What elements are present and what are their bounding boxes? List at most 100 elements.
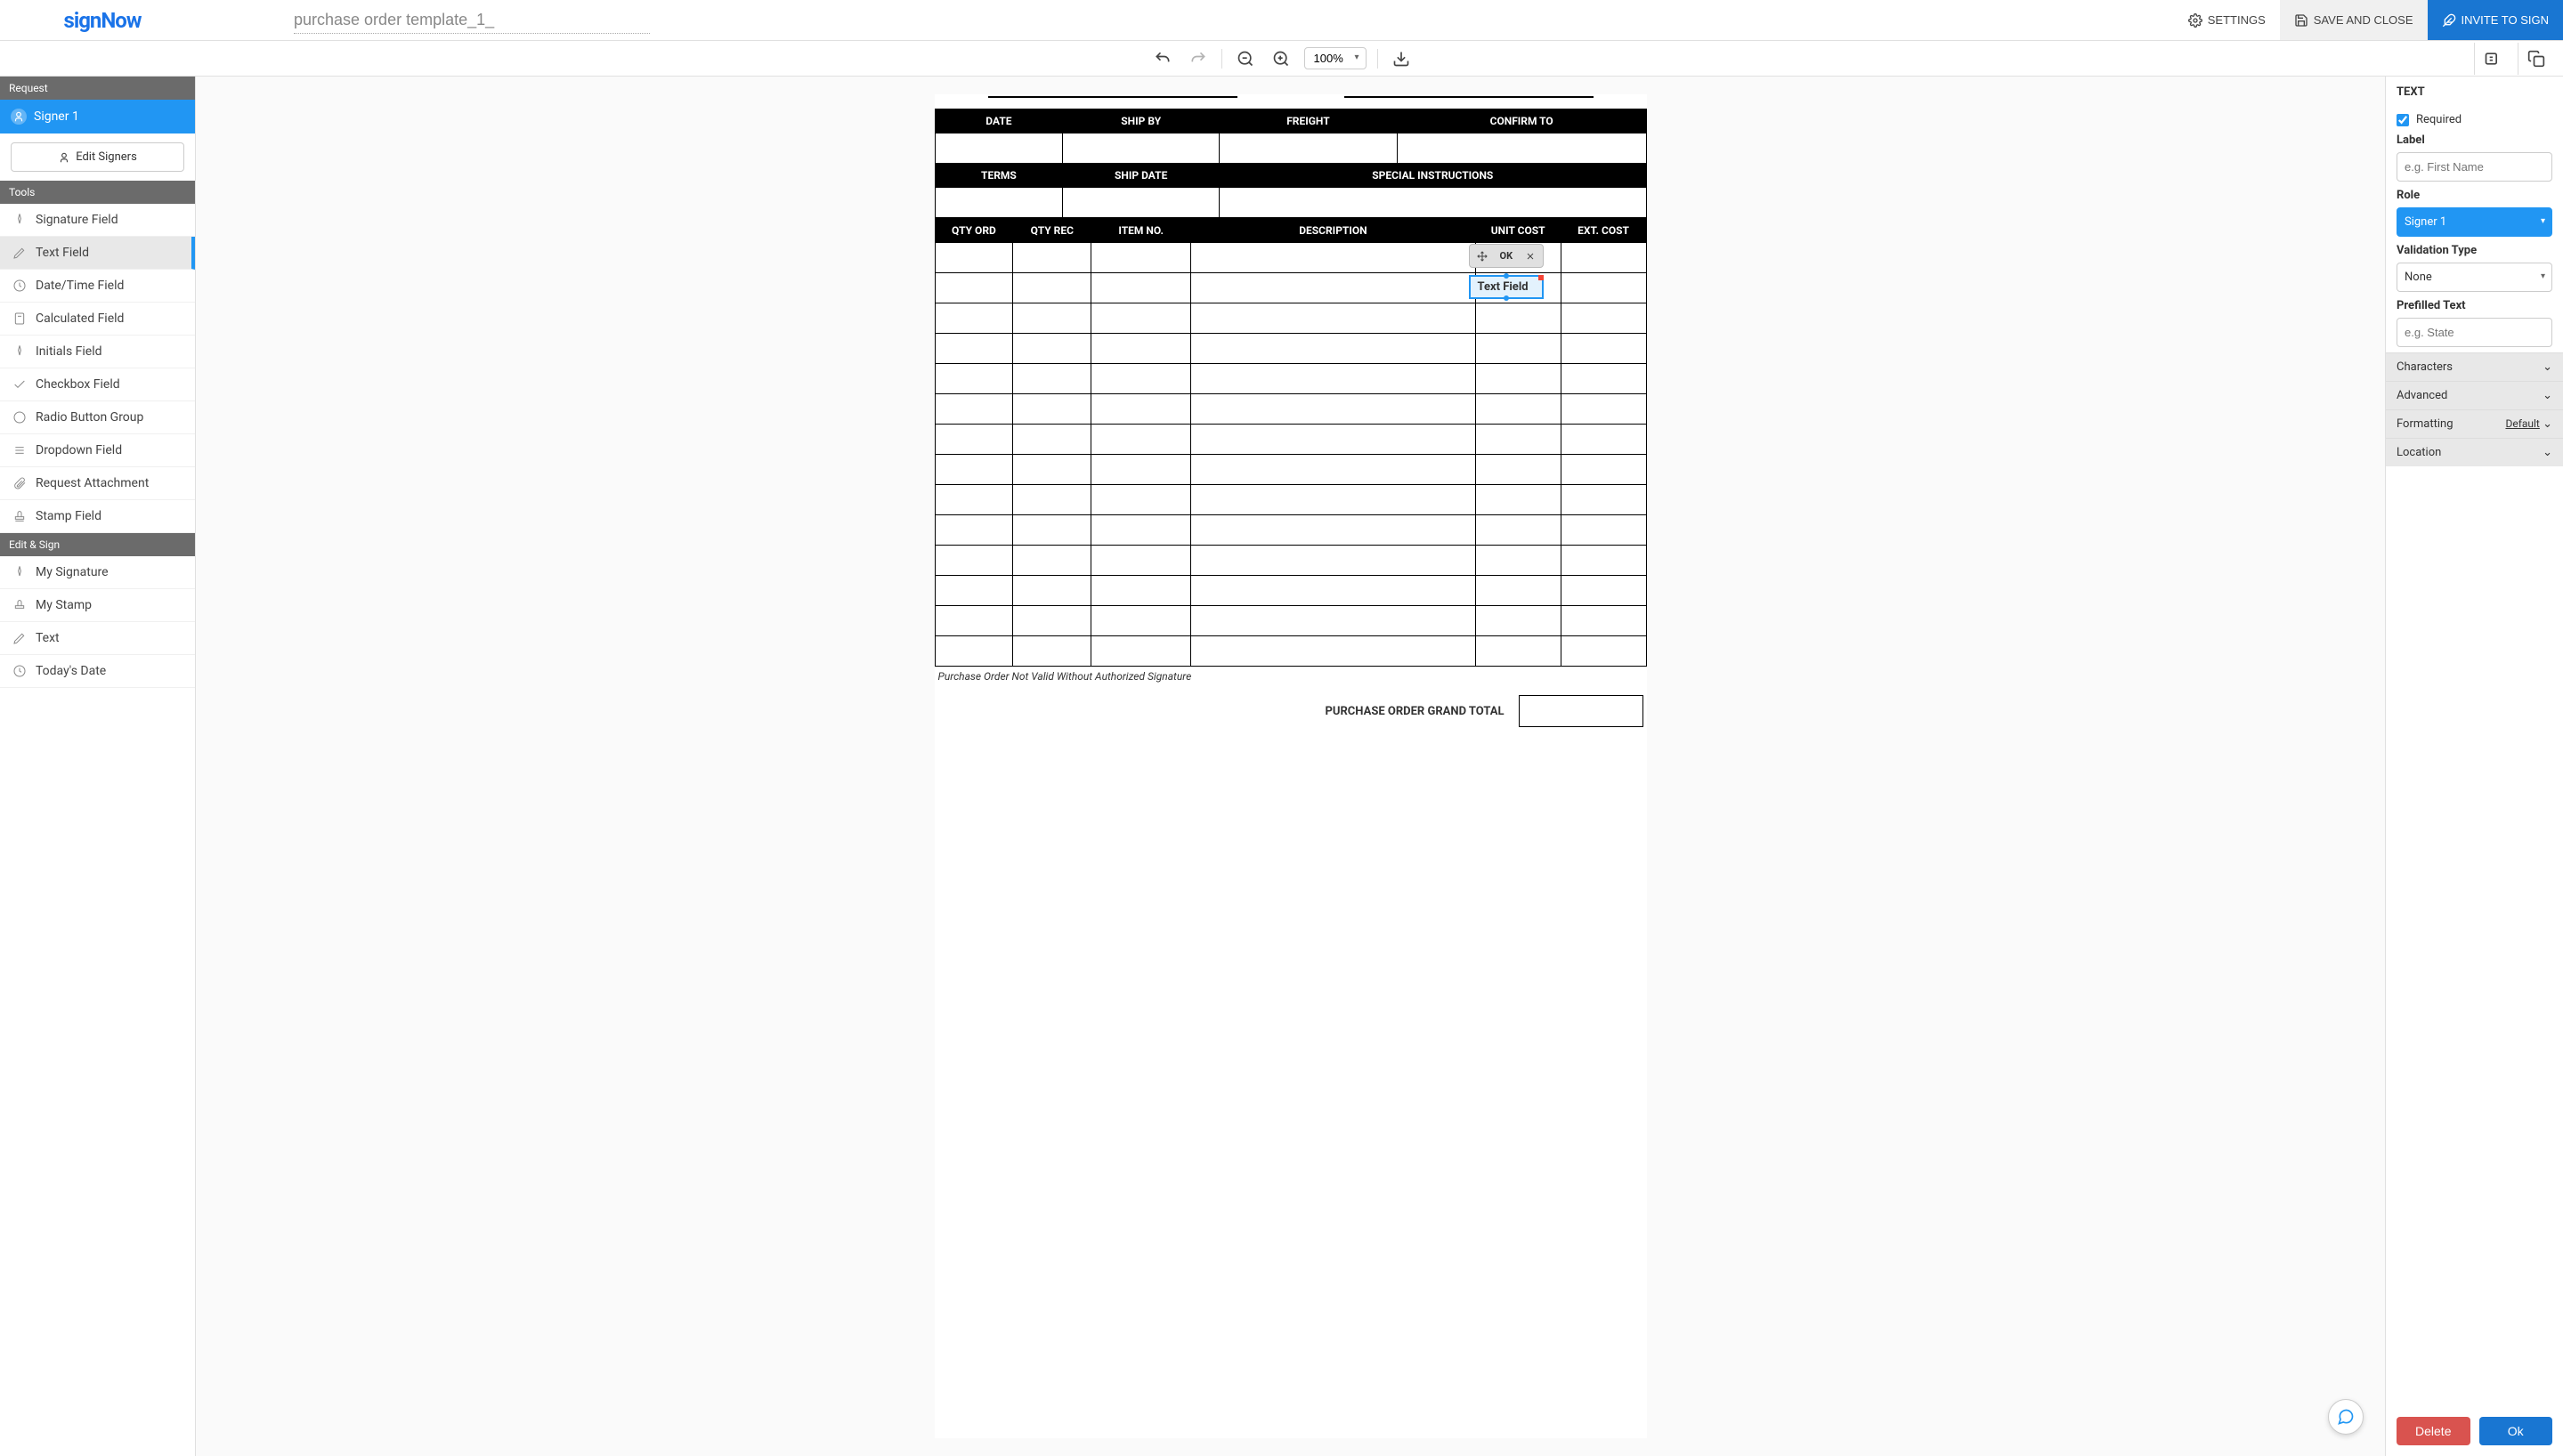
paperclip-icon bbox=[12, 476, 27, 490]
pen-icon bbox=[12, 344, 27, 359]
fields-panel-toggle[interactable] bbox=[2474, 43, 2510, 75]
zoom-out-button[interactable] bbox=[1233, 46, 1258, 71]
col-terms: TERMS bbox=[935, 164, 1063, 188]
gear-icon bbox=[2188, 13, 2202, 28]
save-label: SAVE AND CLOSE bbox=[2314, 13, 2413, 27]
document-page[interactable]: DATE SHIP BY FREIGHT CONFIRM TO TERMS SH… bbox=[935, 94, 1647, 1438]
role-header: Role bbox=[2397, 189, 2552, 202]
col-special-instructions: SPECIAL INSTRUCTIONS bbox=[1220, 164, 1646, 188]
clock-icon bbox=[12, 279, 27, 293]
radio-icon bbox=[12, 410, 27, 425]
footnote: Purchase Order Not Valid Without Authori… bbox=[935, 667, 1647, 690]
check-icon bbox=[12, 377, 27, 392]
field-toolbar: OK bbox=[1469, 244, 1545, 268]
user-icon bbox=[11, 109, 27, 125]
ok-button[interactable]: Ok bbox=[2479, 1417, 2553, 1445]
pen-icon bbox=[12, 246, 27, 260]
table-row bbox=[935, 485, 1646, 515]
col-date: DATE bbox=[935, 109, 1063, 133]
field-ok-button[interactable]: OK bbox=[1495, 247, 1519, 265]
chevron-down-icon: ⌄ bbox=[2543, 360, 2552, 374]
delete-button[interactable]: Delete bbox=[2397, 1417, 2470, 1445]
tools-header: Tools bbox=[0, 181, 195, 204]
tool-checkbox-field[interactable]: Checkbox Field bbox=[0, 368, 195, 401]
undo-button[interactable] bbox=[1150, 46, 1175, 71]
invite-to-sign-button[interactable]: INVITE TO SIGN bbox=[2428, 0, 2563, 40]
field-close-button[interactable] bbox=[1520, 247, 1541, 265]
edit-signers-label: Edit Signers bbox=[76, 150, 137, 164]
signature-line bbox=[1344, 96, 1594, 101]
role-select[interactable]: Signer 1 bbox=[2397, 207, 2552, 237]
zoom-in-button[interactable] bbox=[1269, 46, 1294, 71]
signer-name: Signer 1 bbox=[34, 109, 79, 124]
validation-header: Validation Type bbox=[2397, 244, 2552, 257]
pen-icon bbox=[12, 565, 27, 579]
request-header: Request bbox=[0, 77, 195, 100]
chevron-down-icon: ⌄ bbox=[2543, 417, 2552, 431]
table-row bbox=[935, 515, 1646, 546]
tool-signature-field[interactable]: Signature Field bbox=[0, 204, 195, 237]
save-and-close-button[interactable]: SAVE AND CLOSE bbox=[2280, 0, 2428, 40]
edit-my-stamp[interactable]: My Stamp bbox=[0, 589, 195, 622]
chat-button[interactable] bbox=[2328, 1399, 2364, 1435]
redo-button[interactable] bbox=[1186, 46, 1211, 71]
characters-section[interactable]: Characters⌄ bbox=[2386, 352, 2563, 381]
user-icon bbox=[58, 151, 70, 164]
tool-stamp-field[interactable]: Stamp Field bbox=[0, 500, 195, 533]
label-header: Label bbox=[2397, 133, 2552, 147]
col-confirm-to: CONFIRM TO bbox=[1397, 109, 1646, 133]
tool-initials-field[interactable]: Initials Field bbox=[0, 336, 195, 368]
pen-icon bbox=[12, 213, 27, 227]
edit-my-signature[interactable]: My Signature bbox=[0, 556, 195, 589]
edit-todays-date[interactable]: Today's Date bbox=[0, 655, 195, 688]
advanced-section[interactable]: Advanced⌄ bbox=[2386, 381, 2563, 409]
move-handle[interactable] bbox=[1472, 247, 1493, 265]
pages-panel-toggle[interactable] bbox=[2518, 43, 2554, 75]
tool-calculated-field[interactable]: Calculated Field bbox=[0, 303, 195, 336]
settings-button[interactable]: SETTINGS bbox=[2174, 0, 2280, 40]
table-row bbox=[935, 455, 1646, 485]
formatting-section[interactable]: FormattingDefault ⌄ bbox=[2386, 409, 2563, 438]
col-qty-ord: QTY ORD bbox=[935, 219, 1013, 243]
stamp-icon bbox=[12, 509, 27, 523]
undo-icon bbox=[1154, 50, 1172, 68]
table-row bbox=[935, 334, 1646, 364]
tool-text-field[interactable]: Text Field bbox=[0, 237, 195, 270]
location-section[interactable]: Location⌄ bbox=[2386, 438, 2563, 466]
prefilled-input[interactable] bbox=[2397, 318, 2552, 347]
required-checkbox-row[interactable]: Required bbox=[2397, 113, 2552, 126]
table-row bbox=[935, 546, 1646, 576]
edit-signers-button[interactable]: Edit Signers bbox=[11, 142, 184, 172]
table-row bbox=[935, 606, 1646, 636]
placed-text-field[interactable]: Text Field bbox=[1469, 275, 1545, 299]
chevron-down-icon: ⌄ bbox=[2543, 389, 2552, 402]
document-title-input[interactable] bbox=[294, 7, 650, 34]
brand-logo: signNow bbox=[0, 8, 205, 33]
validation-select[interactable]: None bbox=[2397, 263, 2552, 292]
required-checkbox[interactable] bbox=[2397, 114, 2409, 126]
col-ship-date: SHIP DATE bbox=[1063, 164, 1220, 188]
signature-line bbox=[988, 96, 1237, 101]
signer-row[interactable]: Signer 1 bbox=[0, 100, 195, 133]
col-ext-cost: EXT. COST bbox=[1561, 219, 1646, 243]
tool-datetime-field[interactable]: Date/Time Field bbox=[0, 270, 195, 303]
tool-radio-group[interactable]: Radio Button Group bbox=[0, 401, 195, 434]
redo-icon bbox=[1189, 50, 1207, 68]
required-indicator bbox=[1538, 275, 1544, 280]
tool-dropdown-field[interactable]: Dropdown Field bbox=[0, 434, 195, 467]
zoom-select[interactable]: 100% bbox=[1304, 47, 1367, 69]
panel-title: TEXT bbox=[2386, 77, 2563, 108]
pen-icon bbox=[12, 631, 27, 645]
col-item-no: ITEM NO. bbox=[1091, 219, 1191, 243]
table-row bbox=[935, 364, 1646, 394]
label-input[interactable] bbox=[2397, 152, 2552, 182]
chat-icon bbox=[2337, 1408, 2355, 1426]
zoom-in-icon bbox=[1272, 50, 1290, 68]
table-row bbox=[935, 394, 1646, 425]
download-button[interactable] bbox=[1389, 46, 1414, 71]
edit-text[interactable]: Text bbox=[0, 622, 195, 655]
tool-request-attachment[interactable]: Request Attachment bbox=[0, 467, 195, 500]
fields-icon bbox=[2484, 50, 2502, 68]
calculator-icon bbox=[12, 311, 27, 326]
chevron-down-icon: ⌄ bbox=[2543, 446, 2552, 459]
